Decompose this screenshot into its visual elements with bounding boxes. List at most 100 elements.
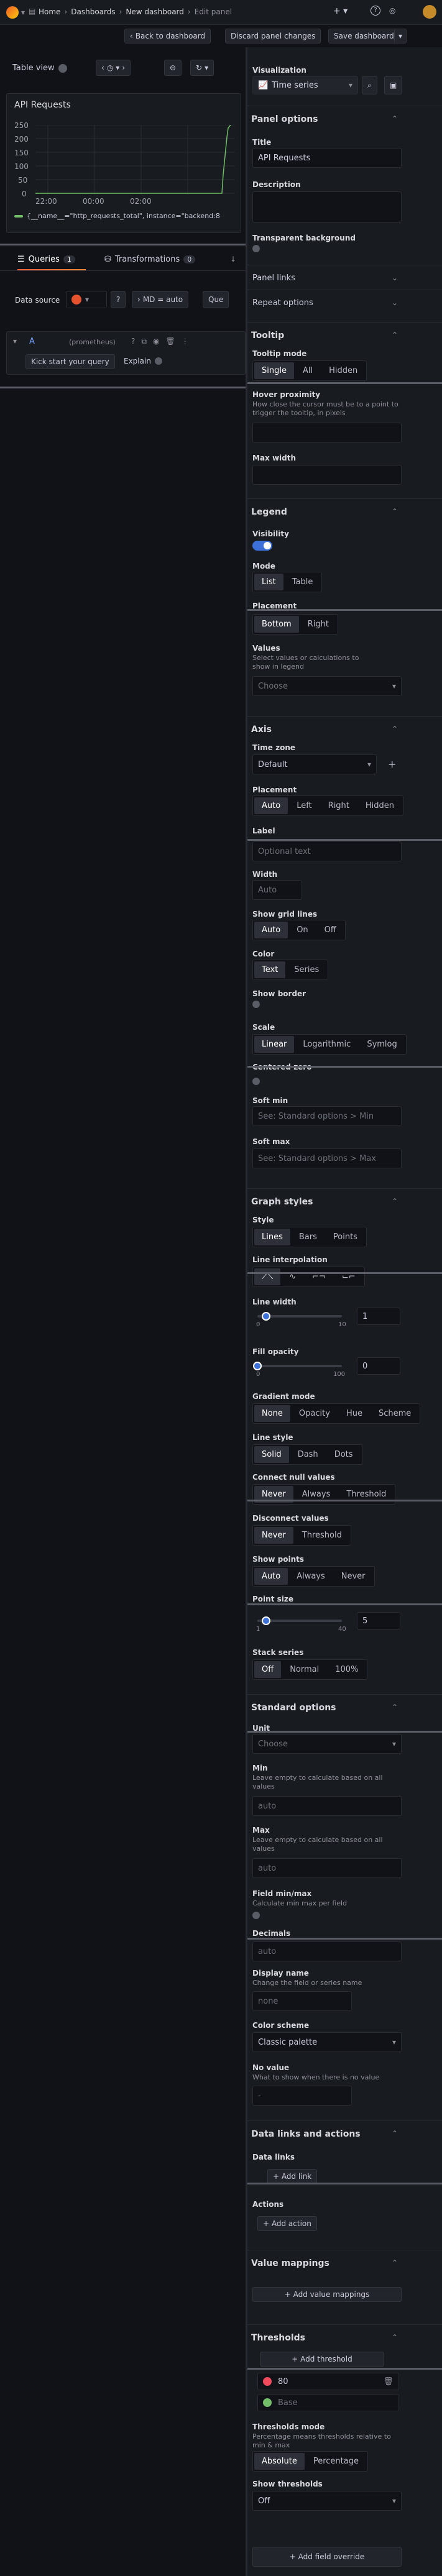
points-always[interactable]: Always xyxy=(289,1568,333,1585)
style-points[interactable]: Points xyxy=(326,1229,365,1245)
add-button[interactable]: + ▾ xyxy=(333,6,348,16)
chevron-down-icon[interactable]: ▾ xyxy=(21,8,25,17)
tooltip-mode-hidden[interactable]: Hidden xyxy=(321,362,365,379)
chevron-up-icon[interactable]: ⌃ xyxy=(392,725,398,733)
legend-visibility-toggle[interactable] xyxy=(252,541,272,551)
chevron-up-icon[interactable]: ⌃ xyxy=(392,1703,398,1712)
legend-mode-table[interactable]: Table xyxy=(285,574,321,590)
query-inspector-button[interactable]: Que xyxy=(203,291,229,308)
trash-icon[interactable]: 🗑 xyxy=(165,337,175,346)
query-scrollbar[interactable] xyxy=(0,387,246,388)
axis-label-input[interactable]: Optional text xyxy=(252,841,402,861)
trash-icon[interactable]: 🗑 xyxy=(383,2377,394,2386)
add-threshold-button[interactable]: + Add threshold xyxy=(260,2352,384,2367)
chevron-up-icon[interactable]: ⌃ xyxy=(392,507,398,516)
add-value-mappings-button[interactable]: + Add value mappings xyxy=(252,2287,402,2302)
grafana-logo[interactable] xyxy=(6,6,19,19)
soft-min-input[interactable]: See: Standard options > Min xyxy=(252,1106,402,1126)
time-picker[interactable]: ‹ ◷ ▾ › xyxy=(96,60,131,76)
repeat-options-header[interactable]: Repeat options xyxy=(252,298,313,308)
interp-step-before-icon[interactable]: ⌐¬ xyxy=(305,1268,333,1285)
axis-placement-right[interactable]: Right xyxy=(321,797,357,814)
news-icon[interactable]: ◎ xyxy=(389,6,395,15)
points-never[interactable]: Never xyxy=(334,1568,373,1585)
zoom-out-button[interactable]: ⊖ xyxy=(164,60,182,76)
line-width-input[interactable]: 1 xyxy=(357,1308,400,1325)
slider-thumb[interactable] xyxy=(261,1616,270,1625)
gradient-none[interactable]: None xyxy=(254,1405,290,1422)
collapse-icon[interactable]: ▾ xyxy=(13,337,17,346)
panel-resize-handle[interactable] xyxy=(0,244,246,245)
axis-color-text[interactable]: Text xyxy=(254,961,286,978)
add-field-override-button[interactable]: + Add field override xyxy=(252,2547,402,2567)
query-ref[interactable]: A xyxy=(29,337,35,346)
dock-menu-icon[interactable]: ▤ xyxy=(29,7,35,16)
axis-placement-hidden[interactable]: Hidden xyxy=(358,797,402,814)
value-mappings-header[interactable]: Value mappings xyxy=(251,2258,329,2268)
max-input[interactable]: auto xyxy=(252,1858,402,1878)
axis-placement-left[interactable]: Left xyxy=(289,797,319,814)
add-action-button[interactable]: + Add action xyxy=(257,2216,317,2231)
breadcrumb-dashboards[interactable]: Dashboards xyxy=(71,7,115,16)
chevron-up-icon[interactable]: ⌃ xyxy=(392,1197,398,1206)
gradient-scheme[interactable]: Scheme xyxy=(371,1405,418,1422)
points-auto[interactable]: Auto xyxy=(254,1568,288,1585)
thresholds-percentage[interactable]: Percentage xyxy=(306,2453,366,2470)
data-links-header[interactable]: Data links and actions xyxy=(251,2129,361,2139)
timezone-select[interactable]: Default ▾ xyxy=(252,754,377,774)
threshold-red-row[interactable]: 80 🗑 xyxy=(257,2373,399,2390)
thresholds-absolute[interactable]: Absolute xyxy=(254,2453,305,2470)
standard-options-header[interactable]: Standard options xyxy=(251,1703,336,1713)
chevron-down-icon[interactable]: ⌄ xyxy=(392,273,398,282)
chevron-up-icon[interactable]: ⌃ xyxy=(392,2258,398,2267)
show-thresholds-select[interactable]: Off ▾ xyxy=(252,2491,402,2511)
toggle-options-button[interactable]: ▣ xyxy=(384,76,403,94)
description-textarea[interactable] xyxy=(252,191,402,222)
style-bars[interactable]: Bars xyxy=(292,1229,325,1245)
legend-placement-right[interactable]: Right xyxy=(300,616,336,633)
tab-queries[interactable]: ☰ Queries 1 xyxy=(17,255,75,264)
line-width-slider[interactable] xyxy=(257,1312,342,1321)
breadcrumb-dashboard[interactable]: New dashboard xyxy=(126,7,183,16)
add-link-button[interactable]: + Add link xyxy=(267,2169,318,2184)
datasource-help-button[interactable]: ? xyxy=(111,291,126,308)
legend-header[interactable]: Legend xyxy=(251,507,287,517)
interp-step-after-icon[interactable]: ⌙⌐ xyxy=(334,1268,363,1285)
point-size-slider[interactable] xyxy=(257,1616,342,1625)
soft-max-input[interactable]: See: Standard options > Max xyxy=(252,1148,402,1168)
panel-links-header[interactable]: Panel links xyxy=(252,273,295,283)
refresh-button[interactable]: ↻ ▾ xyxy=(190,60,214,76)
title-input[interactable]: API Requests xyxy=(252,148,402,168)
panel-options-header[interactable]: Panel options xyxy=(251,114,318,124)
threshold-color-dot[interactable] xyxy=(263,2377,272,2386)
axis-color-series[interactable]: Series xyxy=(287,961,326,978)
line-style-dash[interactable]: Dash xyxy=(290,1446,326,1463)
tab-transformations[interactable]: ⛁ Transformations 0 xyxy=(104,255,196,264)
chevron-down-icon[interactable]: ⌄ xyxy=(392,298,398,307)
explain-toggle[interactable]: Explain xyxy=(124,357,162,365)
stack-percent[interactable]: 100% xyxy=(328,1661,366,1678)
interp-smooth-icon[interactable]: ∿ xyxy=(282,1268,303,1285)
chevron-up-icon[interactable]: ⌃ xyxy=(392,2129,398,2138)
slider-thumb[interactable] xyxy=(253,1362,262,1370)
grid-lines-auto[interactable]: Auto xyxy=(254,922,288,938)
transparent-toggle[interactable] xyxy=(252,245,260,252)
graph-plot[interactable] xyxy=(35,125,234,195)
help-icon[interactable]: ? xyxy=(371,6,380,16)
unit-select[interactable]: Choose ▾ xyxy=(252,1734,402,1754)
tooltip-header[interactable]: Tooltip xyxy=(251,331,284,341)
legend-values-select[interactable]: Choose ▾ xyxy=(252,676,402,696)
color-scheme-select[interactable]: Classic palette ▾ xyxy=(252,2032,402,2052)
axis-placement-auto[interactable]: Auto xyxy=(254,797,288,814)
axis-width-input[interactable]: Auto xyxy=(252,880,302,900)
breadcrumb-home[interactable]: Home xyxy=(39,7,60,16)
axis-header[interactable]: Axis xyxy=(251,725,272,735)
style-lines[interactable]: Lines xyxy=(254,1229,290,1245)
kick-start-button[interactable]: Kick start your query xyxy=(25,354,115,369)
fill-opacity-slider[interactable] xyxy=(253,1362,342,1370)
slider-thumb[interactable] xyxy=(261,1312,270,1321)
query-options-button[interactable]: › MD = auto xyxy=(132,291,189,308)
point-size-input[interactable]: 5 xyxy=(357,1612,400,1629)
hover-proximity-input[interactable] xyxy=(252,423,402,442)
graph-styles-header[interactable]: Graph styles xyxy=(251,1197,313,1207)
